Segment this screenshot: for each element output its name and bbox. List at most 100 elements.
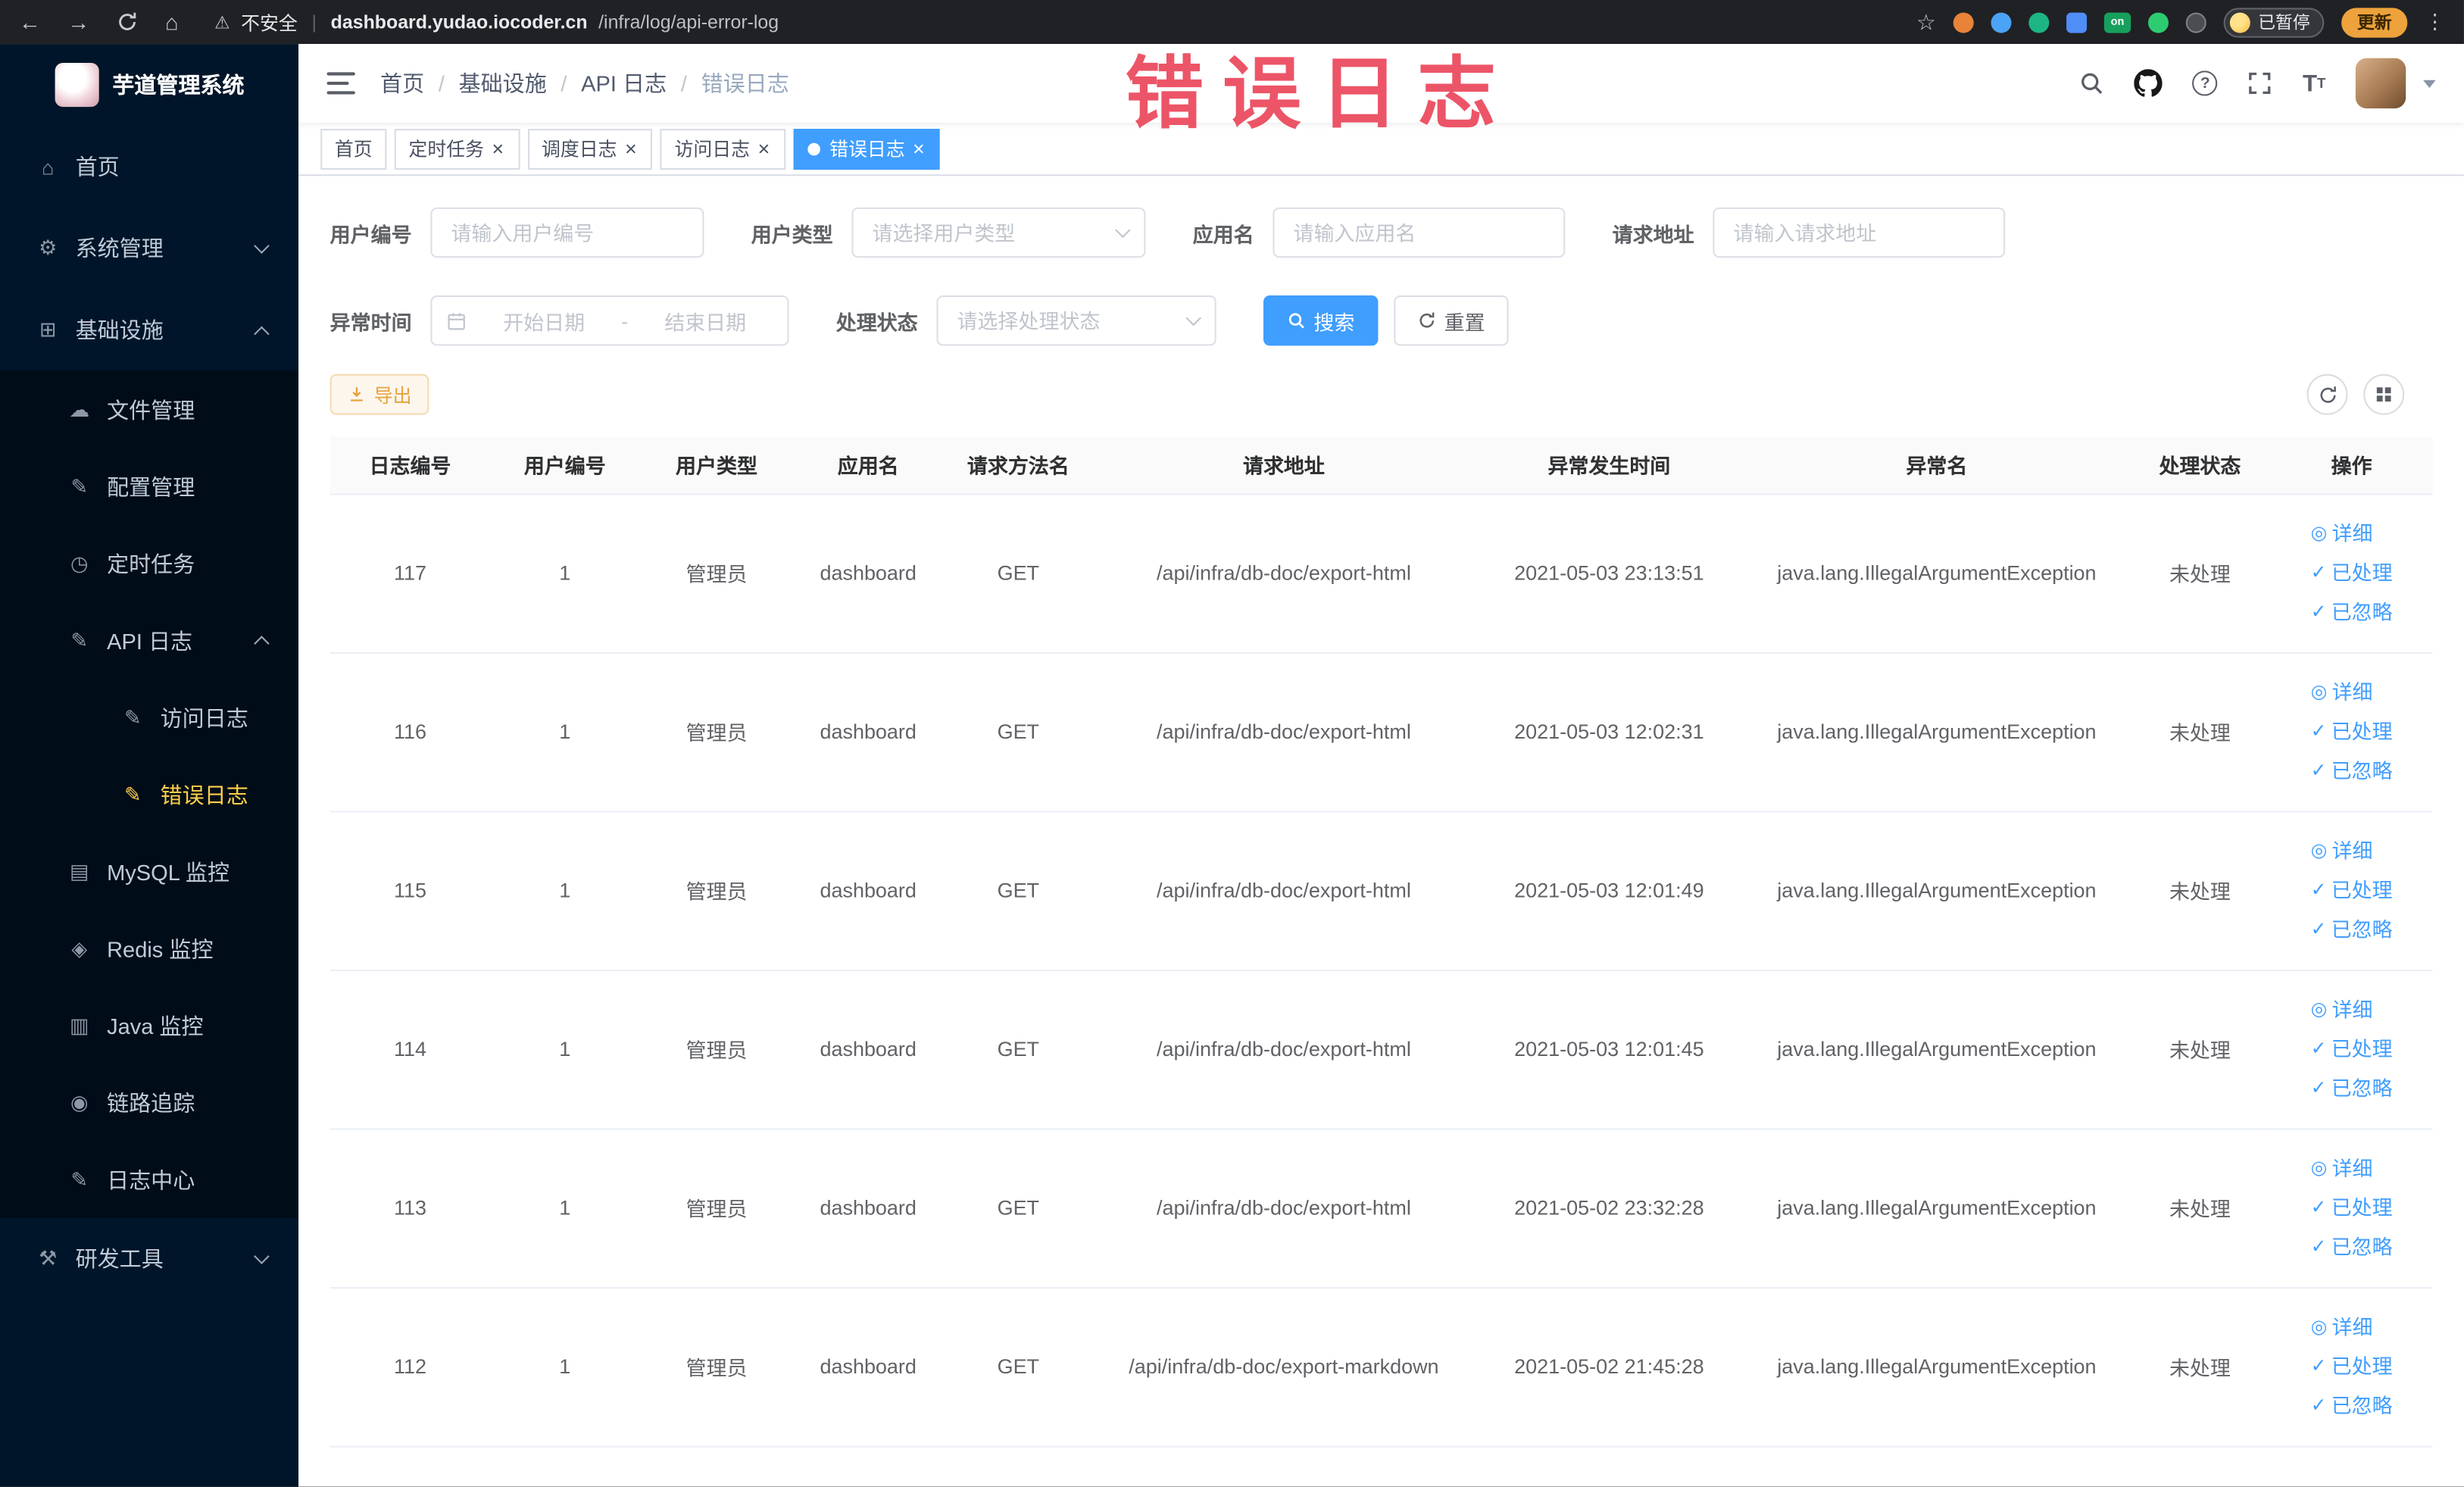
processed-link[interactable]: ✓ 已处理 [2311, 870, 2393, 910]
github-icon[interactable] [2134, 69, 2163, 97]
browser-menu-icon[interactable]: ⋮ [2425, 9, 2445, 34]
sidebar-item-system-mgmt[interactable]: ⚙ 系统管理 [0, 208, 298, 289]
ignored-link[interactable]: ✓ 已忽略 [2311, 592, 2393, 632]
back-button[interactable]: ← [19, 9, 41, 34]
ignored-link[interactable]: ✓ 已忽略 [2311, 1386, 2393, 1426]
app-name-input[interactable] [1274, 208, 1564, 257]
cell-app: dashboard [793, 1287, 943, 1447]
extension-icon[interactable] [2028, 11, 2050, 33]
reload-icon [119, 12, 136, 30]
tab-schedule-log[interactable]: 调度日志 × [527, 128, 653, 170]
cell-status: 未处理 [2129, 1287, 2271, 1447]
breadcrumb-item[interactable]: 基础设施 [459, 67, 547, 98]
forward-button[interactable]: → [67, 9, 89, 34]
close-icon[interactable]: × [756, 139, 771, 159]
breadcrumb-item[interactable]: API 日志 [581, 67, 667, 98]
processed-link[interactable]: ✓ 已处理 [2311, 1347, 2393, 1386]
tab-error-log[interactable]: 错误日志 × [793, 128, 941, 170]
processed-link[interactable]: ✓ 已处理 [2311, 553, 2393, 592]
extension-icon[interactable] [2066, 11, 2088, 33]
date-range-picker[interactable]: 开始日期 - 结束日期 [430, 295, 789, 346]
user-type-select[interactable] [853, 208, 1145, 257]
cell-time: 2021-05-03 12:01:49 [1473, 811, 1744, 971]
close-icon[interactable]: × [911, 139, 926, 159]
extension-icon[interactable] [1953, 11, 1974, 33]
font-size-icon[interactable]: TT [2303, 70, 2325, 96]
column-header: 处理状态 [2129, 436, 2271, 495]
sidebar-item-error-log[interactable]: ✎ 错误日志 [0, 755, 299, 833]
close-icon[interactable]: × [623, 139, 639, 159]
refresh-table-button[interactable] [2306, 373, 2348, 415]
sidebar-item-label: 系统管理 [75, 236, 164, 261]
request-url-input[interactable] [1714, 208, 2004, 257]
fullscreen-icon[interactable] [2247, 70, 2272, 95]
processed-link[interactable]: ✓ 已处理 [2311, 1029, 2393, 1069]
export-button[interactable]: 导出 [329, 373, 429, 415]
cell-exception: java.lang.IllegalArgumentException [1744, 651, 2130, 812]
home-button[interactable]: ⌂ [165, 9, 179, 34]
extension-on-badge[interactable]: on [2103, 11, 2131, 33]
tab-access-log[interactable]: 访问日志 × [660, 128, 785, 170]
cell-user_id: 1 [490, 1287, 640, 1447]
detail-link[interactable]: ◎ 详细 [2311, 1149, 2393, 1189]
process-status-select[interactable] [938, 297, 1215, 345]
close-icon[interactable]: × [490, 139, 505, 159]
reload-button[interactable] [117, 11, 139, 33]
breadcrumb-separator: / [438, 70, 445, 96]
ignored-link[interactable]: ✓ 已忽略 [2311, 1069, 2393, 1108]
end-date-placeholder[interactable]: 结束日期 [638, 306, 773, 336]
action-label: 已忽略 [2331, 1076, 2393, 1101]
sidebar-item-label: 链路追踪 [107, 1089, 195, 1115]
update-button[interactable]: 更新 [2341, 7, 2408, 37]
search-button[interactable]: 搜索 [1263, 295, 1379, 346]
ignored-link[interactable]: ✓ 已忽略 [2311, 751, 2393, 791]
sidebar-item-mysql-monitor[interactable]: ▤ MySQL 监控 [0, 833, 299, 911]
sidebar-item-api-log[interactable]: ✎ API 日志 [0, 601, 299, 679]
processed-link[interactable]: ✓ 已处理 [2311, 1188, 2393, 1227]
sidebar-item-java-monitor[interactable]: ▥ Java 监控 [0, 986, 299, 1064]
sidebar-item-file-mgmt[interactable]: ☁ 文件管理 [0, 370, 299, 448]
sidebar-item-label: 定时任务 [107, 551, 195, 576]
help-icon[interactable]: ? [2192, 70, 2218, 96]
bookmark-star-icon[interactable]: ☆ [1916, 8, 1936, 35]
detail-link[interactable]: ◎ 详细 [2311, 990, 2393, 1029]
tab-scheduled-tasks[interactable]: 定时任务 × [394, 128, 520, 170]
gear-icon: ⚙ [39, 236, 58, 260]
sidebar-item-access-log[interactable]: ✎ 访问日志 [0, 679, 299, 756]
sidebar-item-redis-monitor[interactable]: ◈ Redis 监控 [0, 910, 299, 987]
extension-icon[interactable] [2185, 11, 2206, 33]
sidebar-item-dev-tools[interactable]: ⚒ 研发工具 [0, 1218, 298, 1300]
search-icon[interactable] [2079, 70, 2104, 95]
processed-link[interactable]: ✓ 已处理 [2311, 712, 2393, 751]
extension-icon[interactable] [2147, 11, 2169, 33]
detail-link[interactable]: ◎ 详细 [2311, 673, 2393, 712]
user-id-input[interactable] [432, 208, 703, 257]
ignored-link[interactable]: ✓ 已忽略 [2311, 910, 2393, 949]
chevron-down-icon[interactable] [2423, 79, 2436, 88]
address-bar[interactable]: ⚠ 不安全 | dashboard.yudao.iocoder.cn/infra… [214, 8, 779, 35]
ignored-link[interactable]: ✓ 已忽略 [2311, 1227, 2393, 1267]
breadcrumb-item[interactable]: 首页 [380, 67, 424, 98]
avatar[interactable] [2355, 58, 2406, 109]
hamburger-icon[interactable] [326, 72, 355, 95]
start-date-placeholder[interactable]: 开始日期 [476, 306, 612, 336]
reset-button[interactable]: 重置 [1394, 295, 1509, 346]
detail-link[interactable]: ◎ 详细 [2311, 1307, 2393, 1347]
profile-chip[interactable]: 已暂停 [2223, 7, 2325, 37]
check-icon: ✓ [2310, 1394, 2327, 1417]
table-body: 117 1 管理员 dashboard GET/api/infra/db-doc/exp… [329, 493, 2433, 1447]
filter-process-status: 处理状态 [836, 295, 1216, 346]
app-logo[interactable]: 芋道管理系统 [0, 44, 298, 126]
extension-icon[interactable] [1991, 11, 2012, 33]
sidebar-item-scheduled-tasks[interactable]: ◷ 定时任务 [0, 524, 299, 602]
sidebar-item-log-center[interactable]: ✎ 日志中心 [0, 1141, 299, 1218]
sidebar-item-infrastructure[interactable]: ⊞ 基础设施 [0, 289, 298, 371]
tab-home[interactable]: 首页 [320, 128, 387, 170]
detail-link[interactable]: ◎ 详细 [2311, 831, 2393, 870]
sidebar-item-config-mgmt[interactable]: ✎ 配置管理 [0, 448, 299, 525]
sidebar-item-trace[interactable]: ◉ 链路追踪 [0, 1064, 299, 1142]
url-host: dashboard.yudao.iocoder.cn [330, 11, 588, 33]
detail-link[interactable]: ◎ 详细 [2311, 514, 2393, 553]
column-settings-button[interactable] [2363, 373, 2405, 415]
sidebar-item-home[interactable]: ⌂ 首页 [0, 126, 298, 208]
